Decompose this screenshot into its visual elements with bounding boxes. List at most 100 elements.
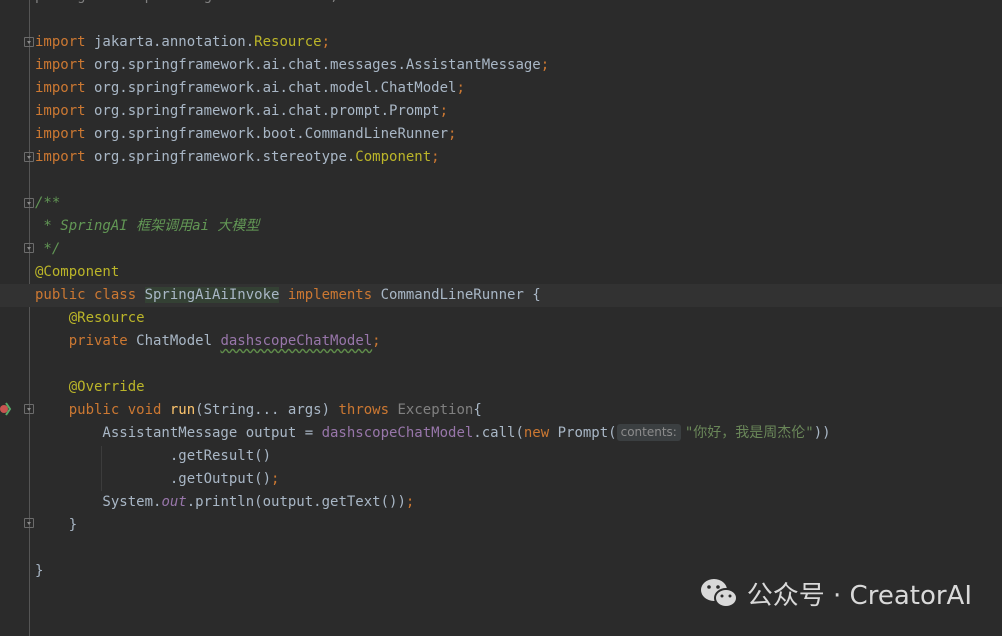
code-token: import (35, 149, 86, 165)
code-token: ; (439, 103, 449, 119)
code-token: .getOutput() (35, 471, 272, 487)
code-token: org.springframework.ai.chat.messages.Ass… (85, 57, 541, 73)
code-line[interactable]: /** (35, 192, 1002, 215)
fold-marker-icon[interactable] (24, 37, 34, 47)
code-token: dashscopeChatModel (321, 425, 474, 441)
code-token: /** (35, 195, 61, 211)
code-line[interactable] (35, 169, 1002, 192)
code-token: import (35, 80, 86, 96)
fold-marker-icon[interactable] (24, 404, 34, 414)
override-method-icon[interactable] (0, 401, 12, 417)
code-token: SpringAiAiInvoke (144, 287, 280, 303)
fold-marker-icon[interactable] (24, 198, 34, 208)
code-token: * SpringAI 框架调用ai 大模型 (35, 218, 260, 234)
watermark-label: 公众号 · CreatorAI (746, 581, 972, 611)
code-line[interactable]: private ChatModel dashscopeChatModel; (35, 330, 1002, 353)
code-token: org.springframework.ai.chat.prompt.Promp… (85, 103, 440, 119)
code-token: run (169, 402, 196, 418)
code-token: new (523, 425, 558, 441)
code-token: ChatModel (136, 333, 221, 349)
code-line[interactable]: System.out.println(output.getText()); (35, 491, 1002, 514)
code-token: import (35, 103, 86, 119)
code-token: @Override (68, 379, 145, 395)
fold-marker-icon[interactable] (24, 152, 34, 162)
code-token: */ (35, 241, 61, 257)
code-line[interactable] (35, 537, 1002, 560)
code-line[interactable]: import org.springframework.ai.chat.promp… (35, 100, 1002, 123)
code-line[interactable]: import jakarta.annotation.Resource; (35, 31, 1002, 54)
code-token: org.springframework.ai.chat.model.ChatMo… (85, 80, 457, 96)
code-line[interactable]: * SpringAI 框架调用ai 大模型 (35, 215, 1002, 238)
code-token: ; (431, 149, 440, 165)
code-token: implements (279, 287, 381, 303)
code-token: out (161, 494, 187, 510)
code-line[interactable]: @Override (35, 376, 1002, 399)
code-line[interactable] (35, 8, 1002, 31)
code-token: Resource (254, 34, 322, 50)
code-area[interactable]: package com.spai.aiagent.demoinvoke; imp… (0, 0, 1002, 583)
code-token: ; (372, 333, 381, 349)
code-token: ; (448, 126, 457, 142)
fold-marker-icon[interactable] (24, 518, 34, 528)
code-token: Exception (397, 402, 474, 418)
code-line[interactable]: import org.springframework.ai.chat.model… (35, 77, 1002, 100)
code-token: CommandLineRunner { (380, 287, 541, 303)
code-line[interactable]: import org.springframework.ai.chat.messa… (35, 54, 1002, 77)
code-line[interactable]: AssistantMessage output = dashscopeChatM… (35, 422, 1002, 445)
code-token: "你好，我是周杰伦" (684, 425, 814, 441)
code-line[interactable]: @Component (35, 261, 1002, 284)
code-token: dashscopeChatModel (220, 333, 373, 349)
code-token: throws (338, 402, 398, 418)
code-token: private (68, 333, 137, 349)
code-token: @Resource (68, 310, 145, 326)
code-token: .getResult() (35, 448, 272, 464)
code-token: ; (321, 34, 331, 50)
code-token: org.springframework.boot.CommandLineRunn… (85, 126, 449, 142)
code-token: import (35, 126, 86, 142)
code-line[interactable]: @Resource (35, 307, 1002, 330)
parameter-hint: contents: (616, 424, 681, 441)
code-token: public void (68, 402, 170, 418)
code-line[interactable]: import org.springframework.stereotype.Co… (35, 146, 1002, 169)
code-line[interactable]: .getOutput(); (35, 468, 1002, 491)
code-token: { (473, 402, 482, 418)
code-line[interactable]: */ (35, 238, 1002, 261)
code-token: System. (35, 494, 162, 510)
code-token: ; (405, 494, 415, 510)
code-token: } (35, 517, 78, 533)
editor-gutter (0, 0, 34, 636)
code-token: jakarta.annotation. (85, 34, 255, 50)
watermark: 公众号 · CreatorAI (699, 575, 972, 612)
code-token: Component (355, 149, 432, 165)
code-token: )) (813, 425, 831, 441)
code-token: org.springframework.stereotype. (85, 149, 356, 165)
code-line[interactable]: package com.spai.aiagent.demoinvoke; (35, 0, 1002, 8)
code-token: import (35, 57, 86, 73)
code-token: .println(output.getText()) (186, 494, 406, 510)
code-line[interactable]: import org.springframework.boot.CommandL… (35, 123, 1002, 146)
code-token: ; (456, 80, 465, 96)
code-line[interactable]: } (35, 514, 1002, 537)
code-token: } (35, 563, 44, 579)
code-token: .call( (473, 425, 524, 441)
code-token: ; (540, 57, 550, 73)
fold-marker-icon[interactable] (24, 243, 34, 253)
code-token: ; (271, 471, 280, 487)
code-line[interactable] (35, 353, 1002, 376)
code-token: (String... args) (195, 402, 339, 418)
code-token: AssistantMessage output = (35, 425, 322, 441)
wechat-icon (700, 578, 738, 608)
code-token: @Component (35, 264, 120, 280)
code-token: Prompt( (557, 425, 617, 441)
code-line[interactable]: public class SpringAiAiInvoke implements… (0, 284, 1002, 307)
code-token: package com.spai.aiagent.demoinvoke; (35, 0, 338, 4)
code-token: import (35, 34, 86, 50)
code-line[interactable]: .getResult() (35, 445, 1002, 468)
code-token: public class (35, 287, 145, 303)
code-editor[interactable]: package com.spai.aiagent.demoinvoke; imp… (0, 0, 1002, 636)
code-line[interactable]: public void run(String... args) throws E… (35, 399, 1002, 422)
